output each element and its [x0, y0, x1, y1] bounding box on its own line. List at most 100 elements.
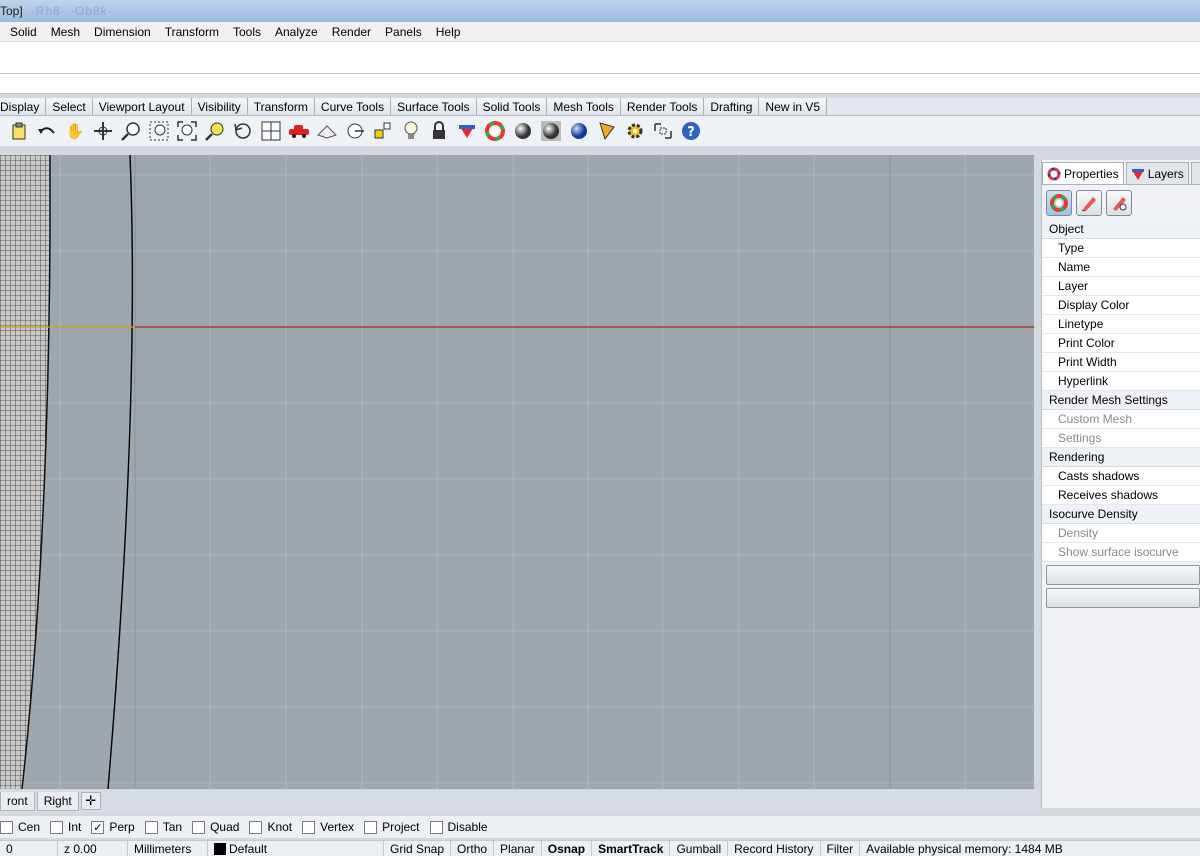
status-osnap[interactable]: Osnap [542, 840, 593, 856]
dimension-icon[interactable] [652, 120, 674, 142]
zoom-icon[interactable] [120, 120, 142, 142]
menu-dimension[interactable]: Dimension [94, 25, 151, 39]
menu-solid[interactable]: Solid [10, 25, 37, 39]
tab-surface-tools[interactable]: Surface Tools [391, 98, 477, 115]
status-filter[interactable]: Filter [821, 840, 861, 856]
command-area[interactable] [0, 42, 1200, 94]
menu-tools[interactable]: Tools [233, 25, 261, 39]
osnap-int[interactable]: Int [50, 820, 81, 834]
menu-transform[interactable]: Transform [165, 25, 219, 39]
tab-select[interactable]: Select [46, 98, 93, 115]
osnap-disable-checkbox[interactable] [429, 820, 443, 834]
rendered-sphere-icon[interactable] [540, 120, 562, 142]
status-grid-snap[interactable]: Grid Snap [384, 840, 452, 856]
status-planar[interactable]: Planar [494, 840, 542, 856]
section-render-mesh-settings[interactable]: Render Mesh Settings [1042, 391, 1200, 410]
zoom-selected-icon[interactable] [204, 120, 226, 142]
pen-icon[interactable] [596, 120, 618, 142]
osnap-knot[interactable]: Knot [249, 820, 292, 834]
osnap-cen-checkbox[interactable] [0, 820, 13, 834]
menu-render[interactable]: Render [332, 25, 371, 39]
section-rendering[interactable]: Rendering [1042, 448, 1200, 467]
osnap-vertex-checkbox[interactable] [302, 820, 316, 834]
object-properties-icon[interactable] [1046, 189, 1072, 216]
tab-solid-tools[interactable]: Solid Tools [476, 98, 548, 115]
tab-curve-tools[interactable]: Curve Tools [314, 98, 392, 115]
help-icon[interactable]: ? [680, 120, 702, 142]
four-viewports-icon[interactable] [260, 120, 282, 142]
panel-button-1[interactable] [1046, 565, 1200, 585]
osnap-perp-checkbox[interactable]: ✓ [91, 820, 105, 834]
tab-new-in-v5[interactable]: New in V5 [759, 98, 828, 115]
menu-help[interactable]: Help [436, 25, 461, 39]
tab-transform[interactable]: Transform [247, 98, 315, 115]
gear-icon[interactable] [624, 120, 646, 142]
panel-button-2[interactable] [1046, 588, 1200, 608]
tab-mesh-tools[interactable]: Mesh Tools [547, 98, 621, 115]
tab-properties[interactable]: Properties [1042, 162, 1124, 184]
osnap-disable[interactable]: Disable [429, 820, 488, 834]
zoom-window-icon[interactable] [148, 120, 170, 142]
properties-panel: Properties Layers Object Type Name Layer… [1041, 160, 1200, 808]
menu-mesh[interactable]: Mesh [51, 25, 80, 39]
zoom-extents-icon[interactable] [176, 120, 198, 142]
osnap-project-checkbox[interactable] [364, 820, 378, 834]
osnap-quad-checkbox[interactable] [192, 820, 206, 834]
tab-layers[interactable]: Layers [1125, 162, 1189, 184]
osnap-vertex[interactable]: Vertex [302, 820, 354, 834]
clipboard-icon[interactable] [8, 120, 30, 142]
viewport-tab-right[interactable]: Right [36, 791, 79, 811]
undo-icon[interactable] [36, 120, 58, 142]
osnap-tan-checkbox[interactable] [144, 820, 158, 834]
color-wheel-icon[interactable] [484, 120, 506, 142]
osnap-knot-checkbox[interactable] [249, 820, 263, 834]
status-record-history[interactable]: Record History [728, 840, 821, 856]
plane-icon[interactable] [316, 120, 338, 142]
status-smarttrack[interactable]: SmartTrack [592, 840, 671, 856]
osnap-cen[interactable]: Cen [0, 820, 40, 834]
prop-casts-shadows: Casts shadows [1042, 467, 1200, 486]
viewport-tab-front[interactable]: ront [0, 791, 35, 811]
status-ortho[interactable]: Ortho [451, 840, 495, 856]
tab-more[interactable] [1190, 162, 1200, 184]
rotate-view-icon[interactable] [92, 120, 114, 142]
prop-receives-shadows: Receives shadows [1042, 486, 1200, 505]
section-isocurve-density[interactable]: Isocurve Density [1042, 505, 1200, 524]
snap-icon[interactable] [372, 120, 394, 142]
top-viewport[interactable] [0, 155, 1034, 789]
shade-sphere-icon[interactable] [512, 120, 534, 142]
tab-visibility[interactable]: Visibility [191, 98, 248, 115]
osnap-tan[interactable]: Tan [144, 820, 182, 834]
lock-icon[interactable] [428, 120, 450, 142]
car-icon[interactable] [288, 120, 310, 142]
tab-display[interactable]: Display [0, 98, 47, 115]
panel-page-icons [1042, 184, 1200, 220]
status-layer[interactable]: Default [208, 840, 384, 856]
mesh-object [0, 155, 50, 789]
tab-render-tools[interactable]: Render Tools [620, 98, 705, 115]
tab-viewport-layout[interactable]: Viewport Layout [92, 98, 192, 115]
add-viewport-icon[interactable]: ✛ [80, 792, 101, 810]
window-title-blurred: ·Rh8· ·Ob8k· [30, 4, 113, 18]
status-units[interactable]: Millimeters [128, 840, 208, 856]
osnap-perp[interactable]: ✓ Perp [91, 820, 135, 834]
texture-mapping-icon[interactable] [1106, 189, 1132, 216]
material-icon[interactable] [1076, 189, 1102, 216]
menu-bar: Solid Mesh Dimension Transform Tools Ana… [0, 22, 1200, 42]
osnap-int-checkbox[interactable] [50, 820, 64, 834]
menu-analyze[interactable]: Analyze [275, 25, 318, 39]
prop-density: Density [1042, 524, 1200, 543]
osnap-project[interactable]: Project [364, 820, 420, 834]
undo-view-icon[interactable] [232, 120, 254, 142]
pan-hand-icon[interactable]: ✋ [64, 120, 86, 142]
tab-drafting[interactable]: Drafting [704, 98, 760, 115]
menu-panels[interactable]: Panels [385, 25, 422, 39]
lightbulb-icon[interactable] [400, 120, 422, 142]
cplane-icon[interactable] [344, 120, 366, 142]
blue-sphere-icon[interactable] [568, 120, 590, 142]
status-gumball[interactable]: Gumball [670, 840, 729, 856]
section-object[interactable]: Object [1042, 220, 1200, 239]
layer-icon[interactable] [456, 120, 478, 142]
osnap-quad[interactable]: Quad [192, 820, 239, 834]
prop-print-color: Print Color [1042, 334, 1200, 353]
